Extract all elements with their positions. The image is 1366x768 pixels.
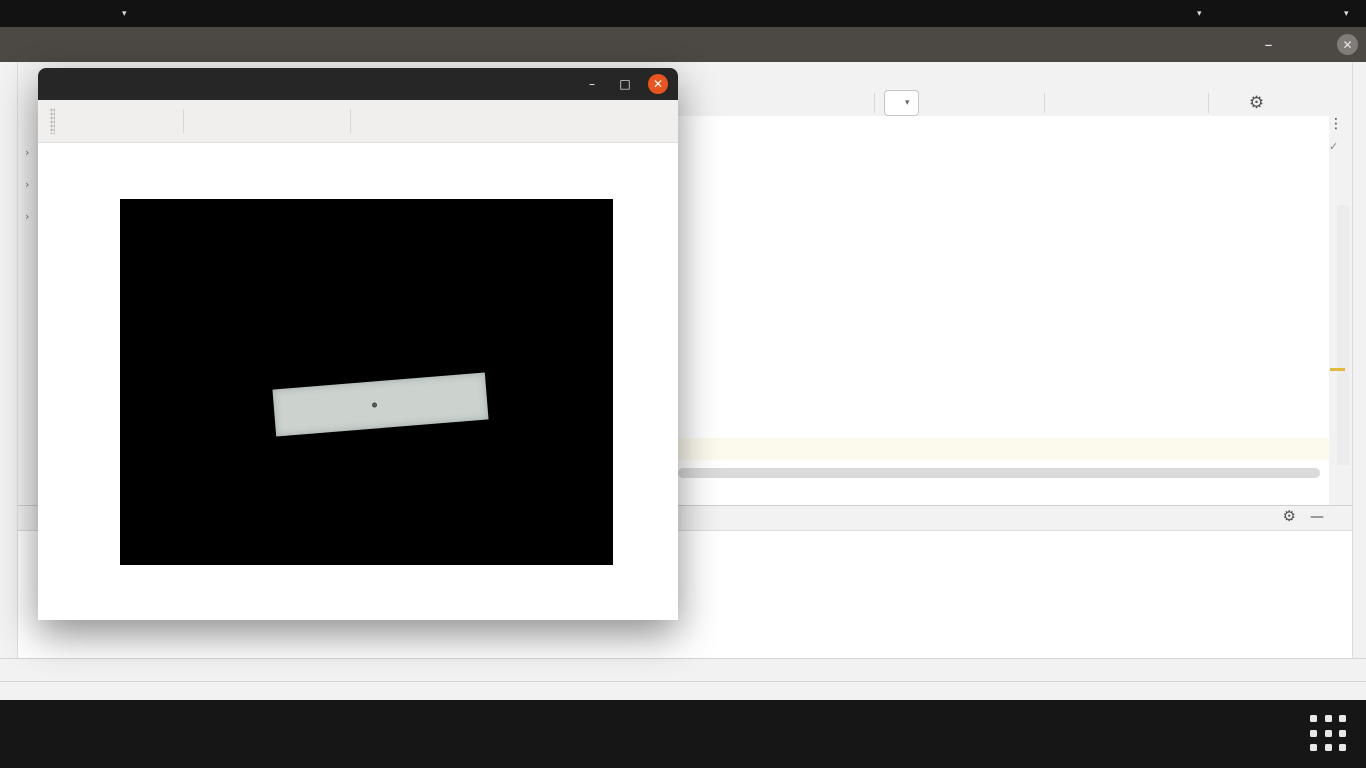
back-arrow-icon[interactable] [107,109,131,133]
run-panel-minimize-icon[interactable]: — [1310,510,1324,524]
matplotlib-figure-window[interactable]: – □ ✕ [38,68,678,620]
battery-indicator[interactable] [1312,0,1328,27]
keyboard-layout-indicator[interactable]: ▾ [1184,0,1210,27]
activities-button[interactable] [2,0,18,27]
subplots-config-icon[interactable] [274,109,298,133]
inspection-status-check[interactable]: ✓ [1329,140,1338,153]
toolbar-drag-handle[interactable] [50,108,55,134]
restore-button[interactable] [1301,34,1322,55]
tool-window-bar [0,658,1366,681]
system-menu[interactable]: ▾ [1336,0,1357,27]
scrollbar-warning-mark [1330,368,1345,371]
toolbar-separator [183,109,184,133]
close-button[interactable]: ✕ [1337,34,1358,55]
figure-toolbar [38,100,678,143]
network-indicator[interactable] [1248,0,1264,27]
pycharm-title-bar[interactable]: – ✕ [0,27,1366,62]
show-applications-button[interactable] [1310,715,1348,753]
minimize-button[interactable]: – [1258,34,1279,55]
figure-maximize-button[interactable]: □ [615,74,635,94]
forward-arrow-icon[interactable] [145,109,169,133]
zoom-icon[interactable] [236,109,260,133]
plate-screw-dot [371,402,378,408]
pan-icon[interactable] [198,109,222,133]
gnome-top-bar: ▾ ▾ ▾ [0,0,1366,27]
plot-image [120,199,613,565]
volume-indicator[interactable] [1286,0,1302,27]
figure-close-button[interactable]: ✕ [648,74,668,94]
clock[interactable] [608,0,624,27]
dock [0,700,1366,768]
editor-horizontal-scrollbar[interactable] [678,468,1320,478]
license-plate [272,372,489,437]
run-panel-settings-gear-icon[interactable]: ⚙ [1283,509,1296,524]
figure-title-bar[interactable]: – □ ✕ [38,68,678,100]
figure-canvas[interactable] [38,143,678,620]
editor-vertical-scrollbar[interactable] [1337,205,1349,465]
figure-minimize-button[interactable]: – [582,74,602,94]
status-bar [0,681,1366,700]
save-floppy-icon[interactable] [365,109,389,133]
customize-axes-icon[interactable] [312,109,336,133]
home-icon[interactable] [69,109,93,133]
app-menu[interactable]: ▾ [104,0,135,27]
toolbar-separator [350,109,351,133]
vlc-tray-icon[interactable] [1143,0,1159,27]
editor-options-kebab-icon[interactable]: ⋮ [1329,116,1343,132]
chevron-down-icon: ▾ [1197,8,1202,19]
chevron-down-icon: ▾ [122,8,127,19]
right-tool-stripe [1352,62,1366,658]
chevron-down-icon: ▾ [1344,8,1349,19]
